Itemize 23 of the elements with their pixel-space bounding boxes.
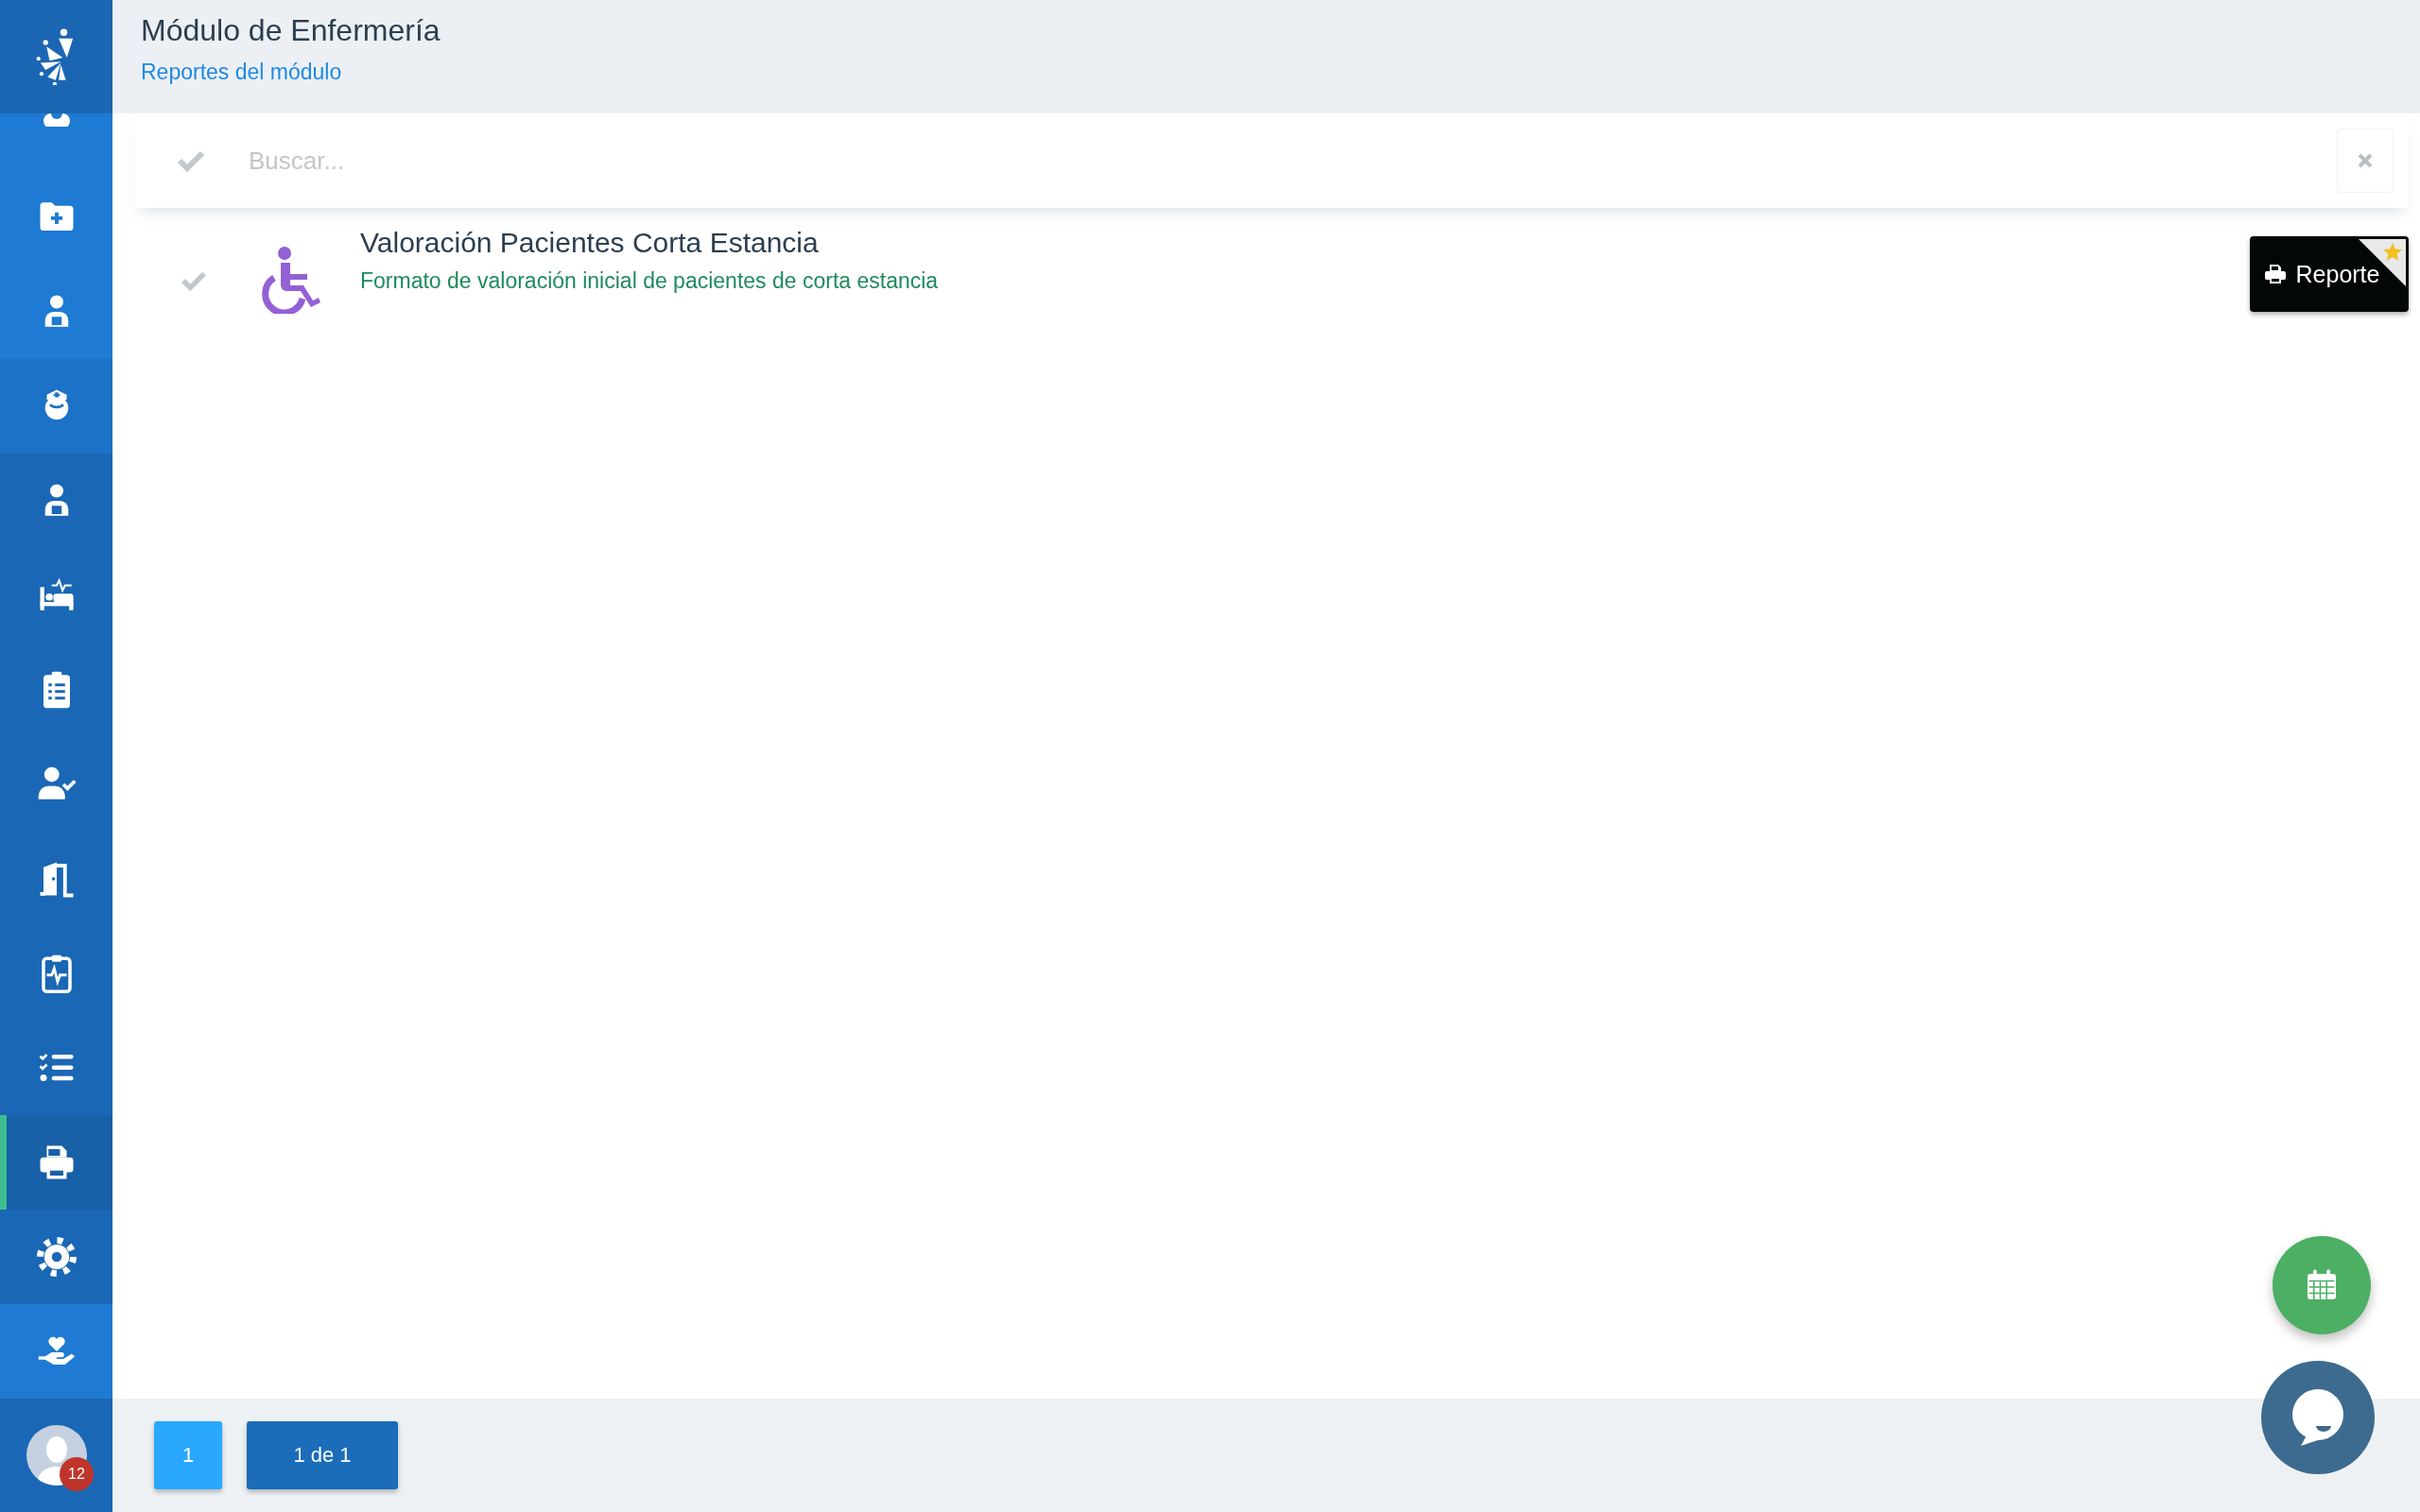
close-icon [2357,152,2374,169]
printer-icon [2263,264,2287,284]
calendar-icon [2305,1268,2339,1302]
check-icon [177,149,205,172]
notification-badge: 12 [60,1457,94,1491]
sidebar-item-active[interactable] [0,1115,112,1210]
check-icon [181,270,207,291]
sidebar-item[interactable] [0,265,112,359]
sidebar-item[interactable] [0,1304,112,1399]
settings-icon [36,1237,77,1277]
sidebar-item[interactable] [0,359,112,454]
report-button[interactable]: Reporte [2250,236,2409,312]
page-button[interactable]: 1 [154,1421,222,1489]
calendar-button[interactable] [2273,1236,2371,1334]
chat-icon [2291,1388,2344,1447]
breadcrumb-link[interactable]: Reportes del módulo [141,60,342,85]
search-field[interactable]: Buscar... [247,145,2337,177]
report-title: Valoración Pacientes Corta Estancia [360,227,820,259]
report-description: Formato de valoración inicial de pacientes de corta estancia [360,268,940,294]
user-icon [43,113,70,127]
sidebar-item[interactable] [0,113,112,170]
page-title: Módulo de Enfermería [141,13,441,48]
page-summary: 1 de 1 [247,1421,398,1489]
